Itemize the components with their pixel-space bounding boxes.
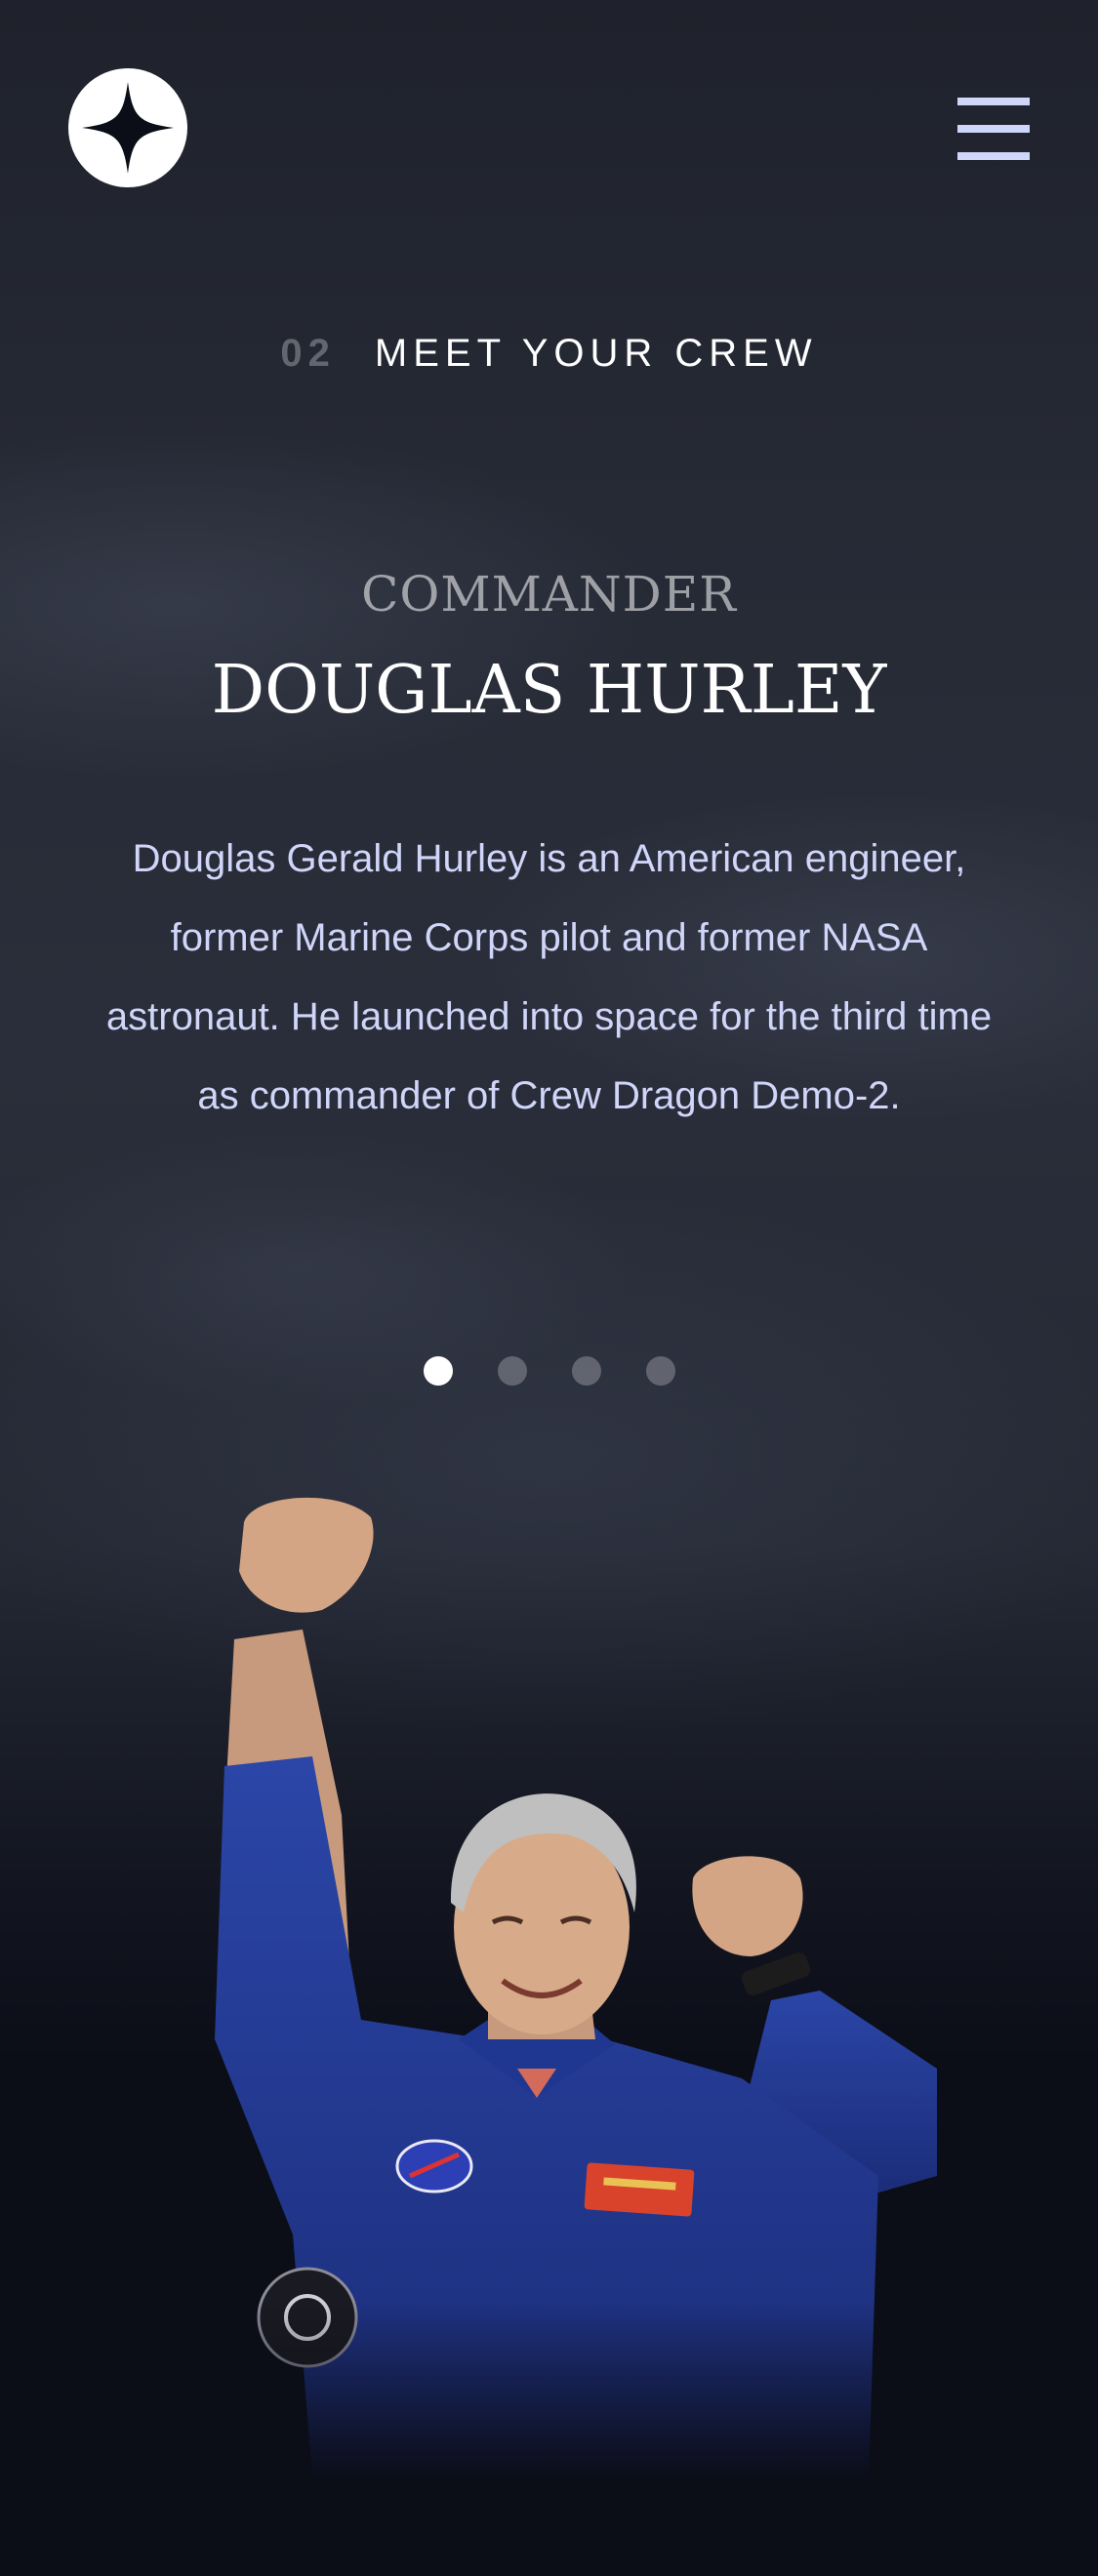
hamburger-menu-icon[interactable] [957,98,1030,160]
page-title-text: MEET YOUR CREW [374,332,818,375]
page-number: 02 [280,332,336,375]
crew-name: DOUGLAS HURLEY [211,652,887,729]
crew-dot-4[interactable] [645,1356,675,1386]
page-title: 02 MEET YOUR CREW [0,332,1098,376]
crew-dot-3[interactable] [571,1356,601,1386]
star-logo-icon[interactable] [68,68,187,187]
crew-page: 02 MEET YOUR CREW COMMANDER DOUGLAS HURLE… [0,0,1098,2576]
crew-bio: Douglas Gerald Hurley is an American eng… [105,837,993,1117]
crew-dot-2[interactable] [497,1356,527,1386]
crew-role: COMMANDER [361,566,737,623]
crew-dot-1[interactable] [423,1356,453,1386]
crew-member-image [195,1493,956,2478]
crew-pagination [0,1356,1098,1389]
